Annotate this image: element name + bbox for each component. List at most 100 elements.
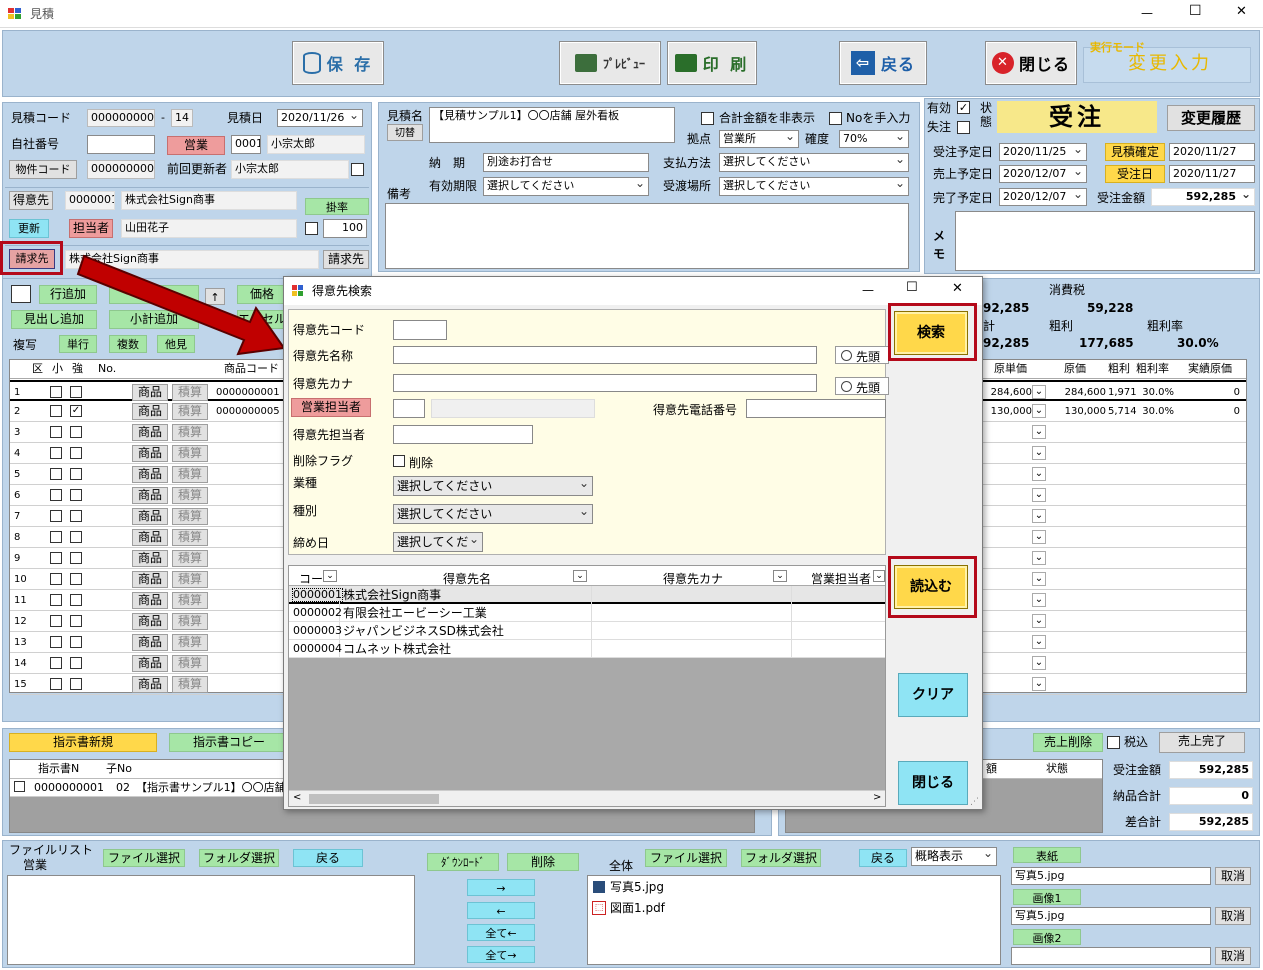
print-button[interactable]: 印 刷 bbox=[667, 41, 757, 85]
image2-cancel-button[interactable]: 取消 bbox=[1215, 947, 1251, 965]
row-dropdown-icon[interactable]: ⌄ bbox=[1032, 677, 1046, 691]
instruction-row-checkbox[interactable] bbox=[14, 781, 25, 792]
row-dropdown-icon[interactable]: ⌄ bbox=[1032, 551, 1046, 565]
item-button[interactable]: 商品 bbox=[132, 445, 168, 462]
cover-cancel-button[interactable]: 取消 bbox=[1215, 867, 1251, 885]
filter-dropdown-icon[interactable]: ⌄ bbox=[873, 570, 885, 582]
row-dropdown-icon[interactable]: ⌄ bbox=[1032, 385, 1046, 399]
strong-checkbox[interactable] bbox=[70, 510, 82, 522]
dlg-kana-input[interactable] bbox=[393, 374, 817, 392]
own-no-field[interactable] bbox=[87, 135, 155, 154]
small-checkbox[interactable] bbox=[50, 447, 62, 459]
billing-search-button[interactable]: 請求先 bbox=[323, 250, 369, 269]
staff-code-field[interactable]: 0001 bbox=[231, 135, 261, 154]
instruction-new-button[interactable]: 指示書新規 bbox=[9, 733, 157, 752]
scroll-left-icon[interactable]: < bbox=[293, 792, 301, 803]
move-all-right-button[interactable]: 全て→ bbox=[467, 946, 535, 963]
small-checkbox[interactable] bbox=[50, 489, 62, 501]
item-button[interactable]: 商品 bbox=[132, 487, 168, 504]
small-checkbox[interactable] bbox=[50, 573, 62, 585]
small-checkbox[interactable] bbox=[50, 657, 62, 669]
folder-select-button-2[interactable]: フォルダ選択 bbox=[741, 849, 821, 867]
dlg-code-input[interactable] bbox=[393, 320, 447, 340]
item-button[interactable]: 商品 bbox=[132, 466, 168, 483]
dlg-contact-input[interactable] bbox=[393, 425, 533, 444]
delivery-field[interactable]: 別途お打合せ bbox=[483, 153, 649, 172]
manual-no-checkbox[interactable] bbox=[829, 112, 842, 125]
result-row[interactable]: 0000003 ジャパンビジネスSD株式会社 bbox=[289, 622, 885, 640]
strong-checkbox[interactable] bbox=[70, 657, 82, 669]
file-select-button-2[interactable]: ファイル選択 bbox=[645, 849, 727, 867]
sales-button[interactable]: 営業 bbox=[167, 136, 225, 155]
dlg-name-prefix-option[interactable]: 先頭 bbox=[835, 346, 889, 364]
item-button[interactable]: 商品 bbox=[132, 613, 168, 630]
image1-button[interactable]: 画像1 bbox=[1013, 889, 1081, 905]
item-button[interactable]: 商品 bbox=[132, 655, 168, 672]
calc-button[interactable]: 積算 bbox=[172, 445, 208, 462]
row-dropdown-icon[interactable]: ⌄ bbox=[1032, 425, 1046, 439]
estimate-confirm-button[interactable]: 見積確定 bbox=[1105, 143, 1165, 161]
minimize-button[interactable]: — bbox=[1141, 6, 1153, 20]
back-button[interactable]: ⇦ 戻る bbox=[839, 41, 927, 85]
row-dropdown-icon[interactable]: ⌄ bbox=[1032, 614, 1046, 628]
filter-dropdown-icon[interactable]: ⌄ bbox=[323, 570, 337, 582]
strong-checkbox[interactable] bbox=[70, 426, 82, 438]
small-checkbox[interactable] bbox=[50, 468, 62, 480]
small-checkbox[interactable] bbox=[50, 615, 62, 627]
dlg-kind-select[interactable]: 選択してください bbox=[393, 504, 593, 524]
move-right-button[interactable]: → bbox=[467, 879, 535, 896]
order-date-field[interactable]: 2020/11/27 bbox=[1169, 165, 1255, 183]
update-button[interactable]: 更新 bbox=[9, 219, 49, 238]
calc-button[interactable]: 積算 bbox=[172, 508, 208, 525]
small-checkbox[interactable] bbox=[50, 678, 62, 690]
order-plan-picker[interactable]: 2020/11/25 bbox=[999, 143, 1087, 161]
strong-checkbox[interactable] bbox=[70, 489, 82, 501]
estimate-sub-field[interactable]: 14 bbox=[171, 109, 193, 127]
estimate-date-picker[interactable]: 2020/11/26 bbox=[277, 109, 363, 127]
close-button[interactable]: ✕ 閉じる bbox=[985, 41, 1077, 85]
strong-checkbox[interactable] bbox=[70, 447, 82, 459]
image1-cancel-button[interactable]: 取消 bbox=[1215, 907, 1251, 925]
item-button[interactable]: 商品 bbox=[132, 403, 168, 420]
scroll-right-icon[interactable]: > bbox=[873, 792, 881, 803]
rate-value-field[interactable]: 100 bbox=[323, 219, 367, 238]
calc-button[interactable]: 積算 bbox=[172, 571, 208, 588]
sales-complete-button[interactable]: 売上完了 bbox=[1159, 732, 1245, 753]
handover-select[interactable]: 選択してください bbox=[719, 177, 909, 196]
strong-checkbox[interactable] bbox=[70, 678, 82, 690]
instruction-copy-button[interactable]: 指示書コピー bbox=[169, 733, 289, 752]
row-dropdown-icon[interactable]: ⌄ bbox=[1032, 530, 1046, 544]
calc-button[interactable]: 積算 bbox=[172, 487, 208, 504]
filter-dropdown-icon[interactable]: ⌄ bbox=[773, 570, 787, 582]
dlg-horizontal-scrollbar[interactable]: < > bbox=[289, 790, 885, 806]
estimate-code-field[interactable]: 0000000001 bbox=[87, 109, 155, 127]
calc-button[interactable]: 積算 bbox=[172, 655, 208, 672]
item-button[interactable]: 商品 bbox=[132, 592, 168, 609]
strong-checkbox[interactable]: ✓ bbox=[70, 405, 82, 417]
row-dropdown-icon[interactable]: ⌄ bbox=[1032, 467, 1046, 481]
dlg-phone-input[interactable] bbox=[746, 399, 886, 418]
customer-button[interactable]: 得意先 bbox=[9, 191, 53, 210]
estimate-confirm-date[interactable]: 2020/11/27 bbox=[1169, 143, 1255, 161]
valid-until-select[interactable]: 選択してください bbox=[483, 177, 649, 196]
tax-incl-checkbox[interactable] bbox=[1107, 736, 1120, 749]
result-row[interactable]: 0000001 株式会社Sign商事 bbox=[289, 586, 885, 604]
history-button[interactable]: 変更履歴 bbox=[1167, 105, 1255, 131]
base-select[interactable]: 営業所 bbox=[719, 130, 799, 148]
calc-button[interactable]: 積算 bbox=[172, 466, 208, 483]
calc-button[interactable]: 積算 bbox=[172, 529, 208, 546]
row-dropdown-icon[interactable]: ⌄ bbox=[1032, 509, 1046, 523]
strong-checkbox[interactable] bbox=[70, 615, 82, 627]
dlg-closing-select[interactable]: 選択してくだ bbox=[393, 532, 483, 552]
calc-button[interactable]: 積算 bbox=[172, 592, 208, 609]
dlg-sales-person-button[interactable]: 営業担当者 bbox=[291, 398, 371, 417]
property-code-field[interactable]: 0000000001 bbox=[87, 160, 155, 179]
sales-plan-picker[interactable]: 2020/12/07 bbox=[999, 165, 1087, 183]
row-dropdown-icon[interactable]: ⌄ bbox=[1032, 656, 1046, 670]
strong-checkbox[interactable] bbox=[70, 552, 82, 564]
filter-dropdown-icon[interactable]: ⌄ bbox=[573, 570, 587, 582]
file-delete-button[interactable]: 削除 bbox=[507, 853, 579, 871]
dlg-delete-checkbox[interactable] bbox=[393, 455, 405, 467]
dlg-clear-button[interactable]: クリア bbox=[898, 673, 968, 717]
view-mode-select[interactable]: 概略表示 bbox=[911, 847, 997, 866]
